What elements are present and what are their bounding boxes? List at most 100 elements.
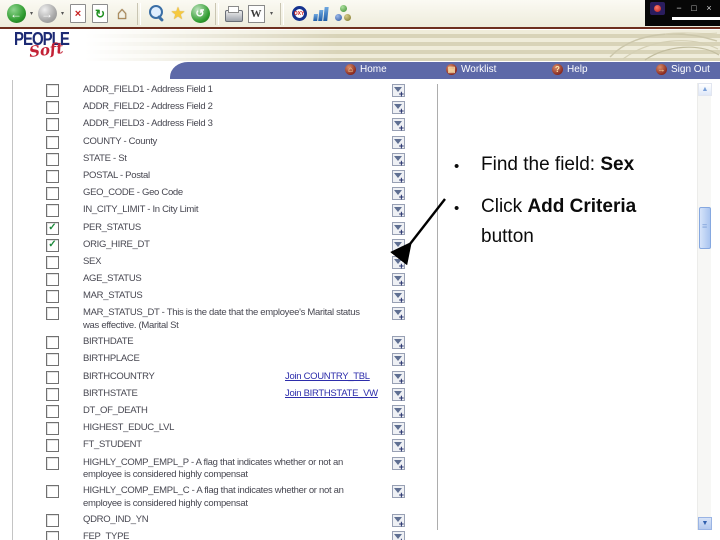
field-checkbox[interactable] xyxy=(46,387,59,401)
close-button[interactable]: × xyxy=(703,2,715,14)
field-label: DT_OF_DEATH xyxy=(83,404,148,416)
add-criteria-icon[interactable] xyxy=(392,422,405,437)
field-row: HIGHLY_COMP_EMPL_C - A flag that indicat… xyxy=(46,485,406,510)
pointer-arrow xyxy=(390,198,446,266)
restore-button[interactable]: □ xyxy=(688,2,700,14)
add-criteria-icon[interactable] xyxy=(392,531,405,540)
field-checkbox[interactable] xyxy=(46,404,59,418)
peoplesoft-logo: PEOPLE Soft xyxy=(14,29,90,61)
field-checkbox[interactable]: ✓ xyxy=(46,238,59,252)
field-label: SEX xyxy=(83,255,102,267)
add-criteria-icon[interactable] xyxy=(392,101,405,116)
add-criteria-icon[interactable] xyxy=(392,84,405,99)
back-dropdown-icon[interactable]: ▾ xyxy=(28,10,35,17)
field-checkbox[interactable] xyxy=(46,204,59,218)
oxy-logo-icon[interactable]: OXY xyxy=(289,3,309,24)
forward-dropdown-icon[interactable]: ▾ xyxy=(59,10,66,17)
scroll-down-button[interactable]: ▼ xyxy=(698,517,712,530)
minimize-button[interactable]: − xyxy=(673,2,685,14)
field-row: BIRTHPLACE xyxy=(46,353,406,368)
field-checkbox[interactable] xyxy=(46,456,59,470)
toolbar-separator xyxy=(215,2,219,25)
field-checkbox[interactable] xyxy=(46,135,59,149)
field-checkbox[interactable] xyxy=(46,439,59,453)
chart-app-icon[interactable] xyxy=(311,3,331,24)
add-criteria-icon[interactable] xyxy=(392,439,405,454)
add-criteria-icon[interactable] xyxy=(392,118,405,133)
add-criteria-icon[interactable] xyxy=(392,290,405,305)
home-icon[interactable]: ⌂ xyxy=(112,3,132,24)
field-checkbox[interactable] xyxy=(46,101,59,115)
field-checkbox[interactable] xyxy=(46,422,59,436)
print-icon[interactable] xyxy=(224,3,244,24)
scroll-up-button[interactable]: ▲ xyxy=(698,83,712,96)
nav-worklist[interactable]: ▤ Worklist xyxy=(446,64,496,75)
field-checkbox[interactable] xyxy=(46,273,59,287)
word-icon[interactable]: W xyxy=(246,3,266,24)
swirl-graphic xyxy=(609,32,720,61)
field-label: MAR_STATUS_DT - This is the date that th… xyxy=(83,307,360,331)
field-checkbox[interactable] xyxy=(46,307,59,321)
field-label: BIRTHDATE xyxy=(83,336,134,348)
stop-icon[interactable]: × xyxy=(68,3,88,24)
nav-sign-out[interactable]: → Sign Out xyxy=(656,64,710,75)
molecule-app-icon[interactable] xyxy=(333,3,353,24)
bullet-dot: • xyxy=(454,158,460,175)
query-field-page: ADDR_FIELD1 - Address Field 1 ADDR_FIELD… xyxy=(0,79,720,540)
back-icon[interactable]: ← xyxy=(6,3,26,24)
field-checkbox[interactable] xyxy=(46,187,59,201)
add-criteria-icon[interactable] xyxy=(392,135,405,151)
field-checkbox[interactable] xyxy=(46,353,59,367)
slide-canvas: ← ▾ → ▾ × ↻ ⌂ ★ ↺ W ▾ OXY − □ × PEOPLE S… xyxy=(0,0,720,540)
field-label: PER_STATUS xyxy=(83,221,141,233)
favorites-icon[interactable]: ★ xyxy=(168,3,188,24)
add-criteria-icon[interactable] xyxy=(392,404,405,420)
join-link[interactable]: Join COUNTRY_TBL xyxy=(283,370,370,382)
field-checkbox[interactable] xyxy=(46,255,59,269)
add-criteria-icon[interactable] xyxy=(392,514,405,529)
field-checkbox[interactable] xyxy=(46,531,59,540)
field-checkbox[interactable] xyxy=(46,336,59,350)
field-checkbox[interactable]: ✓ xyxy=(46,221,59,235)
field-checkbox[interactable] xyxy=(46,152,59,166)
field-checkbox[interactable] xyxy=(46,485,59,499)
nav-help[interactable]: ? Help xyxy=(552,64,588,75)
history-icon[interactable]: ↺ xyxy=(190,3,210,24)
word-dropdown-icon[interactable]: ▾ xyxy=(268,10,275,17)
add-criteria-icon[interactable] xyxy=(392,370,405,386)
field-label: STATE - St xyxy=(83,152,127,164)
field-checkbox[interactable] xyxy=(46,290,59,304)
nav-home[interactable]: ⌂ Home xyxy=(345,64,387,75)
field-label: QDRO_IND_YN xyxy=(83,514,149,526)
forward-icon[interactable]: → xyxy=(37,3,57,24)
refresh-icon[interactable]: ↻ xyxy=(90,3,110,24)
field-row: MAR_STATUS xyxy=(46,290,406,305)
join-link[interactable]: Join BIRTHSTATE_VW xyxy=(283,387,378,399)
field-checkbox[interactable] xyxy=(46,370,59,384)
add-criteria-icon[interactable] xyxy=(392,273,405,288)
field-checkbox[interactable] xyxy=(46,514,59,528)
add-criteria-icon[interactable] xyxy=(392,307,405,322)
field-row: ADDR_FIELD2 - Address Field 2 xyxy=(46,101,406,116)
field-row: POSTAL - Postal xyxy=(46,169,406,185)
add-criteria-icon[interactable] xyxy=(392,353,405,368)
search-icon[interactable] xyxy=(146,3,166,24)
field-label: ADDR_FIELD1 - Address Field 1 xyxy=(83,84,213,95)
add-criteria-icon[interactable] xyxy=(392,387,405,403)
add-criteria-icon[interactable] xyxy=(392,152,405,168)
add-criteria-icon[interactable] xyxy=(392,336,405,351)
field-label: ORIG_HIRE_DT xyxy=(83,238,150,250)
add-criteria-icon[interactable] xyxy=(392,456,405,472)
field-checkbox[interactable] xyxy=(46,169,59,183)
field-row: IN_CITY_LIMIT - In City Limit xyxy=(46,204,406,219)
field-checkbox[interactable] xyxy=(46,118,59,132)
worklist-icon: ▤ xyxy=(446,64,457,75)
home-icon: ⌂ xyxy=(345,64,356,75)
scroll-thumb[interactable] xyxy=(699,207,711,249)
nav-signout-label: Sign Out xyxy=(671,64,710,75)
add-criteria-icon[interactable] xyxy=(392,169,405,185)
signout-icon: → xyxy=(656,64,667,75)
vertical-scrollbar[interactable]: ▲ ▼ xyxy=(697,83,712,530)
add-criteria-icon[interactable] xyxy=(392,485,405,500)
field-checkbox[interactable] xyxy=(46,84,59,97)
